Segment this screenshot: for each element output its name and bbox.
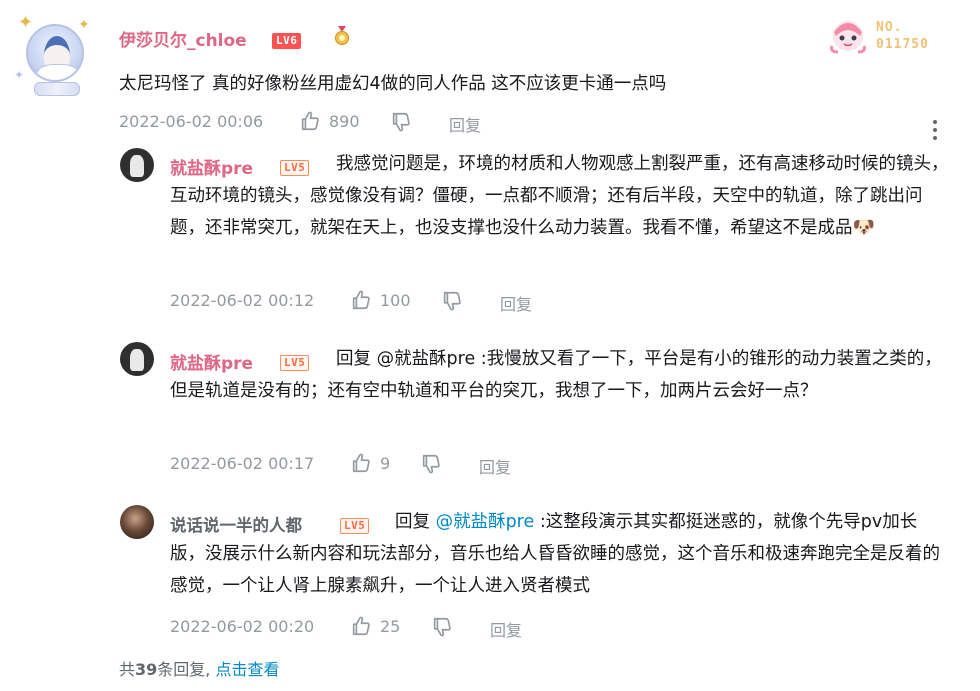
more-options-icon[interactable] [925, 116, 945, 144]
like-count: 890 [329, 112, 360, 131]
reply-text: 我感觉问题是，环境的材质和人物观感上割裂严重，还有高速移动时候的镜头，互动环境的… [170, 154, 949, 238]
like-count: 100 [380, 291, 411, 310]
reply-time: 2022-06-02 00:20 [170, 617, 315, 636]
like-count: 9 [380, 454, 391, 473]
avatar [26, 24, 84, 82]
reply-text: :这整段演示其实都挺迷惑的，就像个先导pv加长版，没展示什么新内容和玩法部分，音… [170, 512, 940, 596]
reply-count-prefix: 共 [119, 660, 136, 679]
reply-content: 回复 @就盐酥pre :我慢放又看了一下，平台是有小的锥形的动力装置之类的，但是… [170, 343, 950, 407]
dislike-icon[interactable] [431, 616, 453, 638]
dislike-icon[interactable] [390, 111, 412, 133]
comment-content: 太尼玛怪了 真的好像粉丝用虚幻4做的同人作品 这不应该更卡通一点吗 [119, 74, 667, 94]
level-badge-lv6: LV6 [272, 33, 302, 49]
reply-prefix: 回复 [395, 512, 430, 532]
user-avatar-frame[interactable]: ✦ ✦ ✦ [12, 10, 100, 98]
fan-badge-icon[interactable] [826, 12, 870, 56]
reply-count-suffix: 条回复, [157, 660, 211, 679]
fan-badge-number: 011750 [876, 37, 929, 52]
reply-time: 2022-06-02 00:12 [170, 291, 315, 310]
reply-prefix: 回复 @就盐酥pre : [336, 349, 487, 369]
dislike-icon[interactable] [420, 453, 442, 475]
like-icon[interactable] [299, 110, 321, 132]
reply-button[interactable]: 回复 [490, 617, 522, 641]
reply-content: 我感觉问题是，环境的材质和人物观感上割裂严重，还有高速移动时候的镜头，互动环境的… [170, 148, 950, 244]
view-replies-link[interactable]: 点击查看 [215, 660, 279, 679]
comment-username[interactable]: 伊莎贝尔_chloe [119, 26, 247, 51]
comment-time: 2022-06-02 00:06 [119, 112, 264, 131]
reply-time: 2022-06-02 00:17 [170, 454, 315, 473]
avatar-frame-ribbon [34, 82, 80, 96]
star-icon: ✦ [18, 12, 34, 33]
reply-content: 回复 @就盐酥pre :这整段演示其实都挺迷惑的，就像个先导pv加长版，没展示什… [170, 506, 950, 602]
star-icon: ✦ [14, 68, 25, 82]
reply-count-number: 39 [135, 660, 158, 679]
dog-emoji-icon: 🐶 [852, 217, 875, 238]
reply-button[interactable]: 回复 [479, 454, 511, 478]
level-badge: LV6 [272, 29, 302, 49]
star-icon: ✦ [78, 17, 90, 33]
dislike-icon[interactable] [441, 290, 463, 312]
reply-button[interactable]: 回复 [500, 291, 532, 315]
reply-text: 我慢放又看了一下，平台是有小的锥形的动力装置之类的，但是轨道是没有的；还有空中轨… [170, 349, 942, 401]
mention-link[interactable]: @就盐酥pre [436, 512, 535, 532]
reply-button[interactable]: 回复 [449, 112, 481, 136]
like-icon[interactable] [350, 615, 372, 637]
comment-meta: 2022-06-02 00:06 [119, 112, 263, 131]
medal-icon [334, 26, 350, 46]
avatar[interactable] [120, 342, 154, 376]
like-count: 25 [380, 617, 401, 636]
fan-badge-label: NO. [876, 20, 903, 35]
reply-count: 共39条回复, 点击查看 [119, 656, 279, 680]
like-icon[interactable] [350, 452, 372, 474]
like-icon[interactable] [350, 289, 372, 311]
avatar[interactable] [120, 505, 154, 539]
avatar[interactable] [120, 148, 154, 182]
